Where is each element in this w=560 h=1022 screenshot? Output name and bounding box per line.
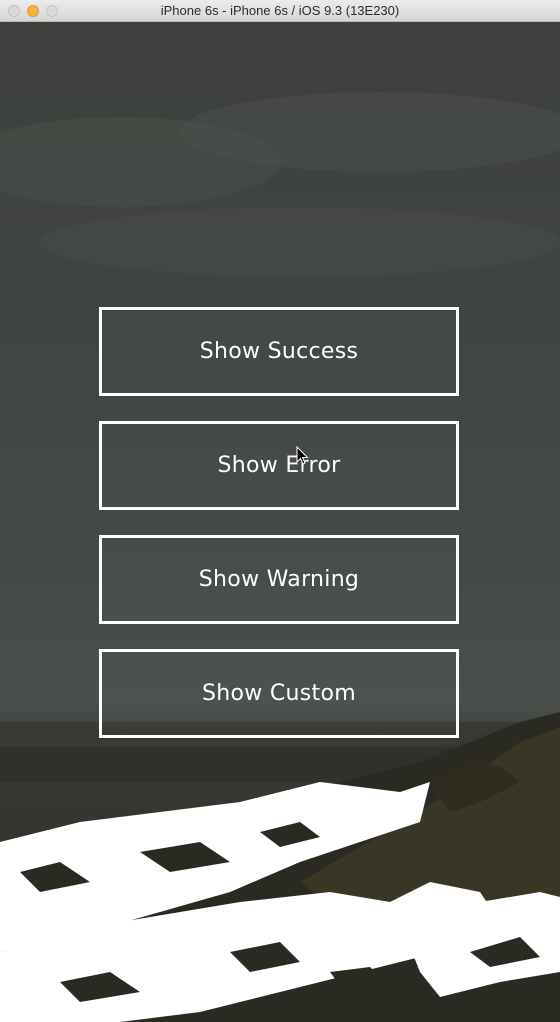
background-landscape-image (0, 92, 560, 1022)
window-title: iPhone 6s - iPhone 6s / iOS 9.3 (13E230) (160, 3, 400, 18)
show-custom-button[interactable]: Show Custom (99, 649, 459, 738)
show-success-button[interactable]: Show Success (99, 307, 459, 396)
mouse-pointer-icon (296, 446, 309, 465)
title-bar[interactable]: iPhone 6s - iPhone 6s / iOS 9.3 (13E230) (0, 0, 560, 22)
simulator-window: iPhone 6s - iPhone 6s / iOS 9.3 (13E230) (0, 0, 560, 1022)
show-warning-button[interactable]: Show Warning (99, 535, 459, 624)
show-error-button[interactable]: Show Error (99, 421, 459, 510)
device-screen: Show Success Show Error Show Warning Sho… (0, 22, 560, 1022)
